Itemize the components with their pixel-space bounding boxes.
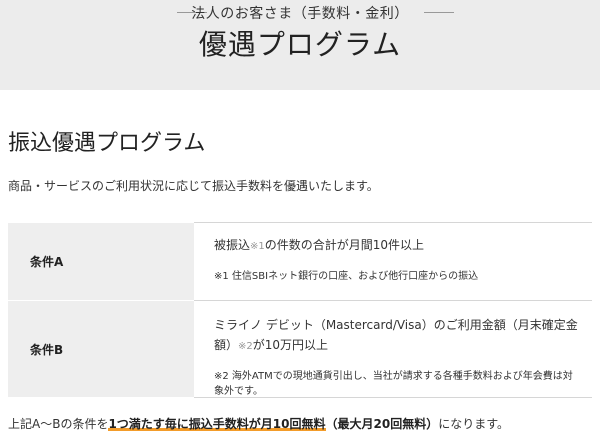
benefit-max: （最大月20回無料） (325, 417, 439, 431)
page-title: 優遇プログラム (198, 28, 402, 61)
benefit-suffix: になります。 (438, 417, 510, 431)
hero-divider-right (424, 12, 454, 13)
condition-text-after: の件数の合計が月間10件以上 (264, 238, 425, 252)
hero-banner: 法人のお客さま（手数料・金利） 優遇プログラム (0, 0, 600, 90)
condition-label: 条件B (8, 300, 194, 398)
condition-label: 条件A (8, 222, 194, 301)
condition-text-before: 被振込 (214, 238, 251, 252)
condition-detail: 被振込※1の件数の合計が月間10件以上 ※1 住信SBIネット銀行の口座、および… (194, 222, 592, 301)
section-lead: 商品・サービスのご利用状況に応じて振込手数料を優遇いたします。 (8, 179, 379, 193)
conditions-table: 条件A 被振込※1の件数の合計が月間10件以上 ※1 住信SBIネット銀行の口座… (8, 222, 592, 398)
benefit-prefix: 上記A～Bの条件を (8, 417, 109, 431)
hero-subtitle: 法人のお客さま（手数料・金利） (191, 6, 409, 22)
condition-note: ※2 海外ATMでの現地通貨引出し、当社が請求する各種手数料および年会費は対象外… (214, 371, 573, 397)
note-mark: ※1 (250, 241, 265, 252)
condition-text-after: が10万円以上 (252, 338, 329, 352)
condition-row-a: 条件A 被振込※1の件数の合計が月間10件以上 ※1 住信SBIネット銀行の口座… (8, 222, 592, 301)
benefit-summary: 上記A～Bの条件を1つ満たす毎に振込手数料が月10回無料（最大月20回無料）にな… (8, 415, 509, 432)
note-mark: ※2 (238, 341, 253, 352)
condition-text: ミライノ デビット（Mastercard/Visa）のご利用金額（月末確定金額）… (214, 315, 578, 357)
condition-note: ※1 住信SBIネット銀行の口座、および他行口座からの振込 (214, 271, 479, 282)
condition-text: 被振込※1の件数の合計が月間10件以上 (214, 235, 578, 257)
condition-row-b: 条件B ミライノ デビット（Mastercard/Visa）のご利用金額（月末確… (8, 300, 592, 398)
section-title: 振込優遇プログラム (8, 131, 206, 156)
benefit-highlight: 1つ満たす毎に振込手数料が月10回無料 (108, 417, 326, 431)
condition-detail: ミライノ デビット（Mastercard/Visa）のご利用金額（月末確定金額）… (194, 300, 592, 398)
